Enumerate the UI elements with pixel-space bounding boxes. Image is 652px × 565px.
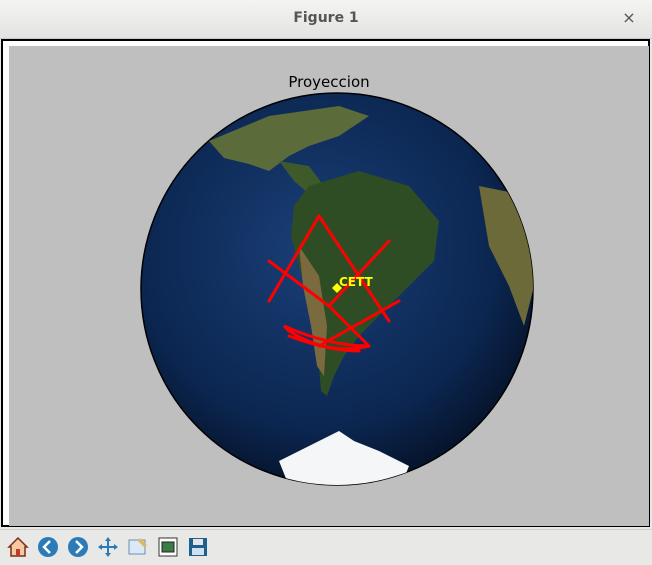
save-button[interactable] — [184, 533, 212, 561]
figure-area: Proyeccion CETT — [9, 46, 649, 526]
arrow-right-icon — [68, 537, 88, 557]
station-label: CETT — [339, 275, 373, 289]
forward-button[interactable] — [64, 533, 92, 561]
plot-canvas: Proyeccion CETT — [3, 41, 649, 526]
pan-button[interactable] — [94, 533, 122, 561]
figure-window: Figure 1 × Proyeccion CETT — [0, 0, 652, 565]
close-button[interactable]: × — [620, 8, 638, 28]
zoom-rect-icon — [128, 538, 147, 555]
subplots-icon — [158, 537, 178, 557]
title-bar: Figure 1 × — [0, 0, 652, 39]
subplots-button[interactable] — [154, 533, 182, 561]
floppy-disk-icon — [189, 538, 207, 556]
canvas-frame: Proyeccion CETT — [1, 39, 650, 527]
home-icon — [7, 536, 29, 557]
orthographic-globe: CETT — [140, 92, 534, 486]
window-title: Figure 1 — [293, 10, 359, 26]
home-button[interactable] — [4, 533, 32, 561]
zoom-button[interactable] — [124, 533, 152, 561]
arrow-left-icon — [38, 537, 58, 557]
move-arrows-icon — [98, 537, 118, 557]
navigation-toolbar — [0, 529, 652, 565]
back-button[interactable] — [34, 533, 62, 561]
